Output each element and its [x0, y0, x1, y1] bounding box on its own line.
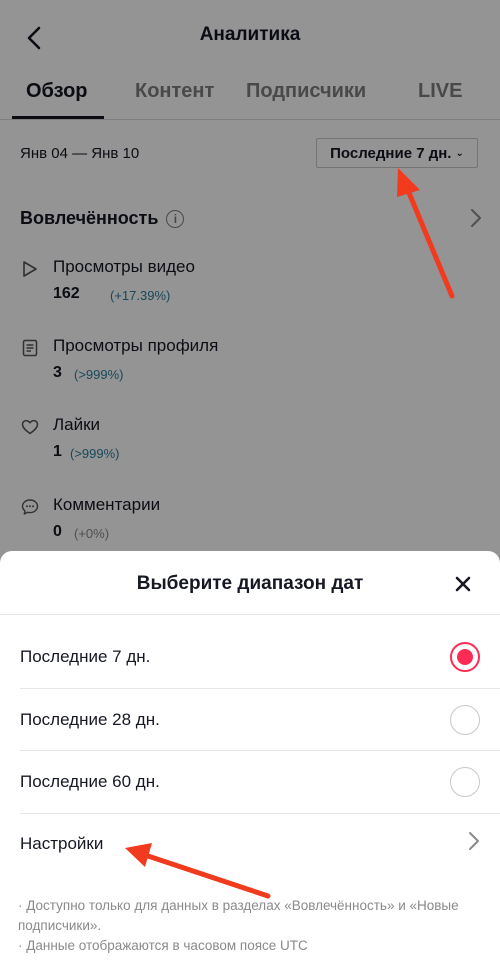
- option-label: Последние 60 дн.: [20, 772, 160, 791]
- date-range-sheet: Выберите диапазон дат Последние 7 дн. По…: [0, 551, 500, 974]
- close-icon: [455, 576, 471, 592]
- option-label: Последние 7 дн.: [20, 647, 151, 666]
- option-label: Последние 28 дн.: [20, 710, 160, 729]
- option-settings[interactable]: Настройки: [0, 813, 500, 875]
- divider: [0, 614, 500, 615]
- sheet-title: Выберите диапазон дат: [136, 573, 364, 594]
- radio-unselected[interactable]: [450, 767, 480, 797]
- option-last-28-days[interactable]: Последние 28 дн.: [0, 689, 500, 751]
- close-button[interactable]: [450, 571, 476, 597]
- chevron-right-icon: [468, 831, 480, 856]
- footnote-1: · Доступно только для данных в разделах …: [18, 898, 459, 933]
- option-last-60-days[interactable]: Последние 60 дн.: [0, 751, 500, 813]
- radio-selected[interactable]: [450, 642, 480, 672]
- option-last-7-days[interactable]: Последние 7 дн.: [0, 626, 500, 688]
- settings-label: Настройки: [20, 834, 104, 853]
- footnote-2: · Данные отображаются в часовом поясе UT…: [18, 938, 308, 953]
- radio-unselected[interactable]: [450, 705, 480, 735]
